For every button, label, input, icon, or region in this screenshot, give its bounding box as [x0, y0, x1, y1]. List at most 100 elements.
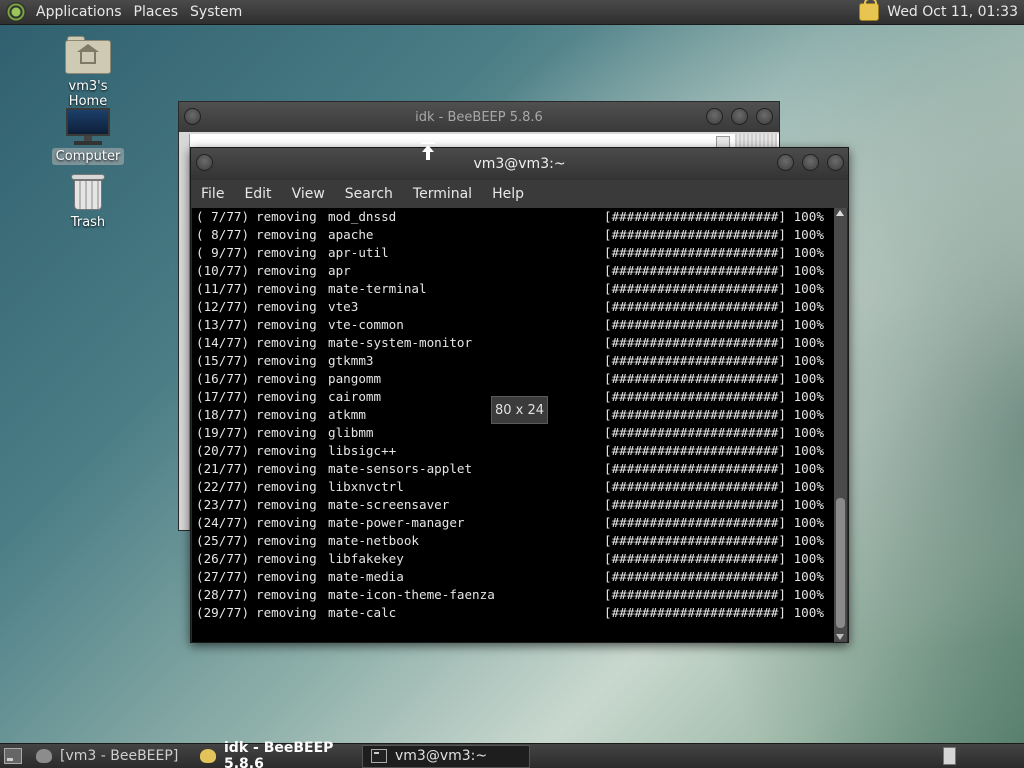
line-action: removing [256, 461, 317, 476]
close-button[interactable] [756, 108, 773, 125]
line-percent: 100% [793, 479, 824, 494]
line-percent: 100% [793, 281, 824, 296]
terminal-line: ( 8/77) removing apache [##################… [196, 226, 835, 244]
taskbar-item-label: idk - BeeBEEP 5.8.6 [224, 740, 334, 768]
line-step: (11/77) [196, 281, 250, 296]
taskbar-item-terminal[interactable]: vm3@vm3:~ [362, 744, 530, 768]
line-package: vte-common [328, 317, 404, 332]
menu-view[interactable]: View [282, 180, 335, 208]
line-step: (14/77) [196, 335, 250, 350]
line-step: (27/77) [196, 569, 250, 584]
line-percent: 100% [793, 335, 824, 350]
line-package: mate-media [328, 569, 404, 584]
line-action: removing [256, 263, 317, 278]
maximize-button[interactable] [802, 154, 819, 171]
window-menu-button[interactable] [184, 108, 201, 125]
line-action: removing [256, 371, 317, 386]
taskbar-item-label: vm3@vm3:~ [395, 748, 488, 764]
line-package: mate-netbook [328, 533, 419, 548]
line-percent: 100% [793, 245, 824, 260]
line-progress-bar: [######################] [604, 479, 786, 494]
terminal-line: (28/77) removing mate-icon-theme-faenza [##… [196, 586, 835, 604]
menu-help[interactable]: Help [482, 180, 534, 208]
menu-places[interactable]: Places [130, 0, 187, 25]
menu-search[interactable]: Search [335, 180, 403, 208]
beebeep-titlebar[interactable]: idk - BeeBEEP 5.8.6 [179, 102, 779, 132]
terminal-icon [371, 749, 387, 763]
line-action: removing [256, 317, 317, 332]
terminal-line: (23/77) removing mate-screensaver [########… [196, 496, 835, 514]
line-step: (23/77) [196, 497, 250, 512]
line-action: removing [256, 281, 317, 296]
line-action: removing [256, 497, 317, 512]
line-percent: 100% [793, 317, 824, 332]
desktop-icon-home[interactable]: vm3's Home [46, 36, 130, 110]
line-percent: 100% [793, 443, 824, 458]
line-step: (10/77) [196, 263, 250, 278]
mouse-cursor-icon [420, 142, 436, 162]
taskbar-item-idk-beebeep[interactable]: idk - BeeBEEP 5.8.6 [192, 740, 360, 768]
menu-file[interactable]: File [191, 180, 234, 208]
line-progress-bar: [######################] [604, 533, 786, 548]
line-percent: 100% [793, 515, 824, 530]
line-action: removing [256, 425, 317, 440]
clock[interactable]: Wed Oct 11, 01:33 [887, 4, 1024, 20]
line-progress-bar: [######################] [604, 443, 786, 458]
line-action: removing [256, 443, 317, 458]
menu-terminal[interactable]: Terminal [403, 180, 482, 208]
scroll-up-icon[interactable] [836, 210, 844, 216]
line-progress-bar: [######################] [604, 461, 786, 476]
minimize-button[interactable] [706, 108, 723, 125]
notification-icon[interactable] [859, 0, 880, 21]
line-package: atkmm [328, 407, 366, 422]
line-step: (13/77) [196, 317, 250, 332]
line-progress-bar: [######################] [604, 587, 786, 602]
line-action: removing [256, 605, 317, 620]
line-action: removing [256, 209, 317, 224]
minimize-button[interactable] [777, 154, 794, 171]
line-percent: 100% [793, 605, 824, 620]
line-progress-bar: [######################] [604, 389, 786, 404]
scroll-down-icon[interactable] [836, 634, 844, 640]
line-package: mate-terminal [328, 281, 427, 296]
line-step: (16/77) [196, 371, 250, 386]
maximize-button[interactable] [731, 108, 748, 125]
line-percent: 100% [793, 551, 824, 566]
menu-system[interactable]: System [186, 0, 250, 25]
menu-edit[interactable]: Edit [234, 180, 281, 208]
line-percent: 100% [793, 299, 824, 314]
desktop-icon-trash[interactable]: Trash [46, 172, 130, 231]
terminal-line: (25/77) removing mate-netbook [############… [196, 532, 835, 550]
terminal-output[interactable]: ( 7/77) removing mod_dnssd [###############… [192, 208, 835, 642]
line-percent: 100% [793, 353, 824, 368]
beebeep-icon [200, 749, 216, 763]
terminal-titlebar[interactable]: vm3@vm3:~ [191, 148, 848, 180]
line-package: mate-power-manager [328, 515, 465, 530]
desktop-icon-computer[interactable]: Computer [46, 106, 130, 165]
beebeep-icon [36, 749, 52, 763]
line-step: (12/77) [196, 299, 250, 314]
line-action: removing [256, 551, 317, 566]
close-button[interactable] [827, 154, 844, 171]
line-step: (26/77) [196, 551, 250, 566]
terminal-scrollbar[interactable] [834, 208, 847, 642]
line-progress-bar: [######################] [604, 227, 786, 242]
menu-applications[interactable]: Applications [32, 0, 130, 25]
line-progress-bar: [######################] [604, 605, 786, 620]
terminal-line: (21/77) removing mate-sensors-applet [#####… [196, 460, 835, 478]
terminal-window[interactable]: vm3@vm3:~ File Edit View Search Terminal… [190, 147, 849, 643]
beebeep-resize-grip[interactable] [735, 134, 777, 148]
window-menu-button[interactable] [196, 154, 213, 171]
line-percent: 100% [793, 227, 824, 242]
terminal-line: (14/77) removing mate-system-monitor [#####… [196, 334, 835, 352]
line-progress-bar: [######################] [604, 407, 786, 422]
scrollbar-thumb[interactable] [836, 498, 845, 628]
taskbar-item-vm3-beebeep[interactable]: [vm3 - BeeBEEP] [28, 745, 190, 768]
line-step: (15/77) [196, 353, 250, 368]
mate-logo-icon[interactable] [6, 2, 26, 22]
line-step: (25/77) [196, 533, 250, 548]
show-desktop-icon[interactable] [4, 748, 22, 764]
line-progress-bar: [######################] [604, 551, 786, 566]
terminal-line: ( 7/77) removing mod_dnssd [###############… [196, 208, 835, 226]
trash-applet-icon[interactable] [943, 747, 956, 765]
